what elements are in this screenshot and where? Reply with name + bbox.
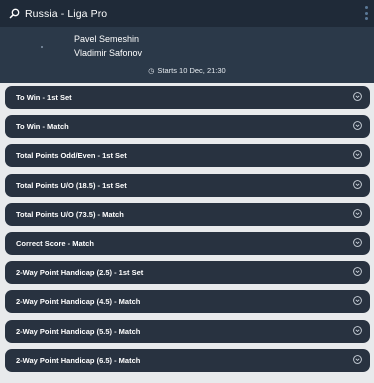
market-row[interactable]: To Win - Match [5, 115, 370, 138]
market-row[interactable]: 2-Way Point Handicap (4.5) - Match [5, 290, 370, 313]
market-row[interactable]: Total Points Odd/Even - 1st Set [5, 144, 370, 167]
match-info: Pavel Semeshin Vladimir Safonov ◷ Starts … [0, 27, 374, 83]
chevron-down-icon[interactable] [353, 180, 362, 189]
market-row[interactable]: Correct Score - Match [5, 232, 370, 255]
market-label: To Win - 1st Set [16, 93, 72, 102]
market-row[interactable]: 2-Way Point Handicap (2.5) - 1st Set [5, 261, 370, 284]
chevron-down-icon[interactable] [353, 355, 362, 364]
market-label: 2-Way Point Handicap (4.5) - Match [16, 297, 141, 306]
market-row[interactable]: Total Points U/O (73.5) - Match [5, 203, 370, 226]
market-row[interactable]: Total Points U/O (18.5) - 1st Set [5, 174, 370, 197]
market-row[interactable]: To Win - 1st Set [5, 86, 370, 109]
clock-icon: ◷ [148, 68, 155, 75]
market-label: Total Points Odd/Even - 1st Set [16, 151, 127, 160]
search-icon[interactable] [8, 7, 21, 20]
team-logo-placeholder [41, 46, 43, 48]
market-label: Total Points U/O (18.5) - 1st Set [16, 181, 127, 190]
league-header: Russia - Liga Pro [0, 0, 374, 27]
market-label: To Win - Match [16, 122, 69, 131]
chevron-down-icon[interactable] [353, 326, 362, 335]
chevron-down-icon[interactable] [353, 150, 362, 159]
chevron-down-icon[interactable] [353, 267, 362, 276]
chevron-down-icon[interactable] [353, 92, 362, 101]
market-label: Total Points U/O (73.5) - Match [16, 210, 124, 219]
market-row[interactable]: 2-Way Point Handicap (6.5) - Match [5, 349, 370, 372]
market-label: 2-Way Point Handicap (2.5) - 1st Set [16, 268, 144, 277]
league-title: Russia - Liga Pro [25, 7, 108, 20]
chevron-down-icon[interactable] [353, 296, 362, 305]
chevron-down-icon[interactable] [353, 121, 362, 130]
chevron-down-icon[interactable] [353, 238, 362, 247]
more-options-icon[interactable] [364, 6, 368, 20]
start-time-label: Starts 10 Dec, 21:30 [157, 66, 226, 75]
market-label: 2-Way Point Handicap (6.5) - Match [16, 356, 141, 365]
player-1-name: Pavel Semeshin [74, 34, 140, 44]
market-label: 2-Way Point Handicap (5.5) - Match [16, 327, 141, 336]
player-2-name: Vladimir Safonov [74, 48, 143, 58]
start-time: ◷ Starts 10 Dec, 21:30 [0, 66, 374, 75]
market-label: Correct Score - Match [16, 239, 94, 248]
chevron-down-icon[interactable] [353, 209, 362, 218]
market-row[interactable]: 2-Way Point Handicap (5.5) - Match [5, 320, 370, 343]
